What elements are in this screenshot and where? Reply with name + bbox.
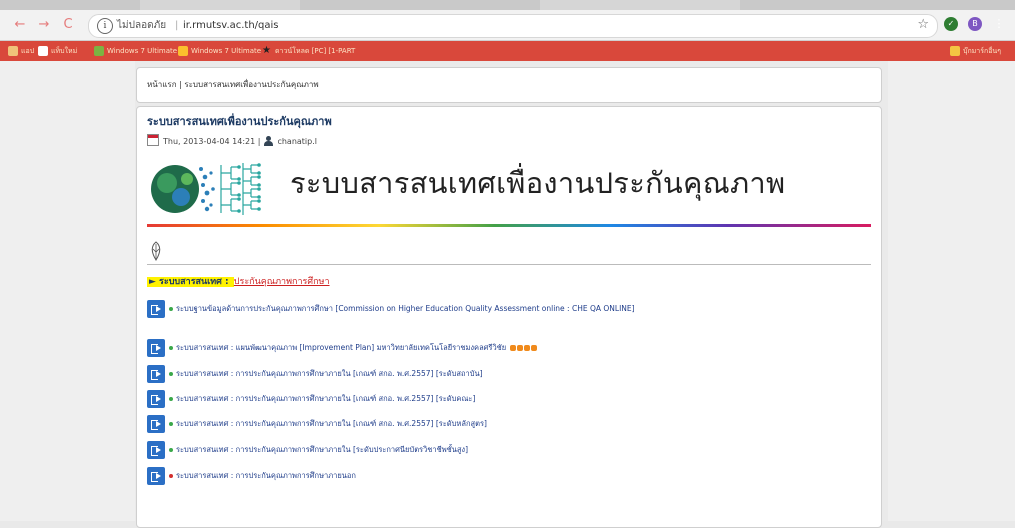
user-icon [264,136,274,146]
system-link[interactable]: ระบบสารสนเทศ : การประกันคุณภาพการศึกษาภา… [176,470,356,482]
breadcrumb: หน้าแรก | ระบบสารสนเทศเพื่องานประกันคุณภ… [147,79,319,91]
breadcrumb-home-link[interactable]: หน้าแรก [147,80,177,89]
banner-title: ระบบสารสนเทศเพื่องานประกันคุณภาพ [290,166,786,200]
profile-avatar[interactable]: B [968,17,982,31]
bullet-icon [169,448,173,452]
reload-icon[interactable]: C [60,17,76,33]
url-separator: | [175,20,179,31]
info-icon[interactable]: i [97,18,113,34]
breadcrumb-current: ระบบสารสนเทศเพื่องานประกันคุณภาพ [184,80,319,89]
enter-icon[interactable] [147,390,165,408]
post-date: Thu, 2013-04-04 14:21 [163,137,256,146]
menu-icon[interactable]: ⋮ [992,17,1006,31]
enter-icon[interactable] [147,300,165,318]
system-link[interactable]: ระบบสารสนเทศ : การประกันคุณภาพการศึกษาภา… [176,368,483,380]
bookmark-newtab[interactable]: แท็บใหม่ [38,44,77,58]
windows-icon [178,46,188,56]
address-bar[interactable]: i ไม่ปลอดภัย | ir.rmutsv.ac.th/qais ☆ [88,14,938,38]
section-link[interactable]: ประกันคุณภาพการศึกษา [234,277,330,287]
calendar-icon [147,134,159,146]
enter-icon[interactable] [147,415,165,433]
star-icon: ★ [262,45,271,56]
author-link[interactable]: chanatip.l [277,137,317,146]
tab-strip [0,0,1015,10]
system-link[interactable]: ระบบสารสนเทศ : การประกันคุณภาพการศึกษาภา… [176,418,487,430]
system-link[interactable]: ระบบฐานข้อมูลด้านการประกันคุณภาพการศึกษา… [176,303,635,315]
system-link[interactable]: ระบบสารสนเทศ : แผนพัฒนาคุณภาพ [Improveme… [176,342,538,355]
quill-icon [151,241,161,261]
enter-icon[interactable] [147,467,165,485]
left-gutter [0,61,135,521]
banner: ระบบสารสนเทศเพื่องานประกันคุณภาพ [147,155,871,221]
rainbow-divider [147,224,871,227]
bookmark-star-icon[interactable]: ☆ [917,17,929,33]
page-title[interactable]: ระบบสารสนเทศเพื่องานประกันคุณภาพ [147,115,332,129]
browser-tab[interactable] [140,0,300,10]
node-meta: Thu, 2013-04-04 14:21 | chanatip.l [147,134,317,148]
apps-icon [8,46,18,56]
bookmarks-bar: แอป แท็บใหม่ Windows 7 Ultimate Windows … [0,41,1015,61]
breadcrumb-separator: | [179,80,182,89]
extension-icon[interactable]: ✓ [944,17,958,31]
browser-chrome: ← → C i ไม่ปลอดภัย | ir.rmutsv.ac.th/qai… [0,0,1015,41]
page-viewport: หน้าแรก | ระบบสารสนเทศเพื่องานประกันคุณภ… [0,61,1015,528]
bookmark-windows7-1[interactable]: Windows 7 Ultimate [94,44,177,58]
meta-separator: | [257,137,261,146]
bullet-icon [169,346,173,350]
breadcrumb-box: หน้าแรก | ระบบสารสนเทศเพื่องานประกันคุณภ… [136,67,882,103]
section-divider [147,264,871,265]
bullet-icon [169,397,173,401]
folder-icon [950,46,960,56]
content-node: ระบบสารสนเทศเพื่องานประกันคุณภาพ Thu, 20… [136,106,882,528]
enter-icon[interactable] [147,441,165,459]
bookmark-windows7-2[interactable]: Windows 7 Ultimate [178,44,261,58]
browser-tab[interactable] [540,0,740,10]
system-link[interactable]: ระบบสารสนเทศ : การประกันคุณภาพการศึกษาภา… [176,393,475,405]
right-gutter [888,61,1015,521]
bullet-icon [169,422,173,426]
section-heading: ► ระบบสารสนเทศ : ประกันคุณภาพการศึกษา [147,276,330,289]
qa-logo-icon [151,163,261,215]
bookmark-other[interactable]: บุ๊กมาร์กอื่นๆ [950,44,1001,58]
section-prefix: ► ระบบสารสนเทศ : [147,277,234,287]
system-link[interactable]: ระบบสารสนเทศ : การประกันคุณภาพการศึกษาภา… [176,444,468,456]
bullet-icon [169,307,173,311]
new-badge-icon [510,343,538,355]
security-label: ไม่ปลอดภัย [117,20,167,31]
page-icon [38,46,48,56]
bookmark-download[interactable]: ★ ดาวน์โหลด [PC] [1-PART [262,44,355,58]
enter-icon[interactable] [147,339,165,357]
url-text[interactable]: ir.rmutsv.ac.th/qais [183,18,279,34]
bullet-icon [169,372,173,376]
back-icon[interactable]: ← [12,17,28,33]
forward-icon[interactable]: → [36,17,52,33]
enter-icon[interactable] [147,365,165,383]
bullet-icon [169,474,173,478]
address-row: ← → C i ไม่ปลอดภัย | ir.rmutsv.ac.th/qai… [0,10,1015,41]
bookmark-apps[interactable]: แอป [8,44,34,58]
windows-icon [94,46,104,56]
